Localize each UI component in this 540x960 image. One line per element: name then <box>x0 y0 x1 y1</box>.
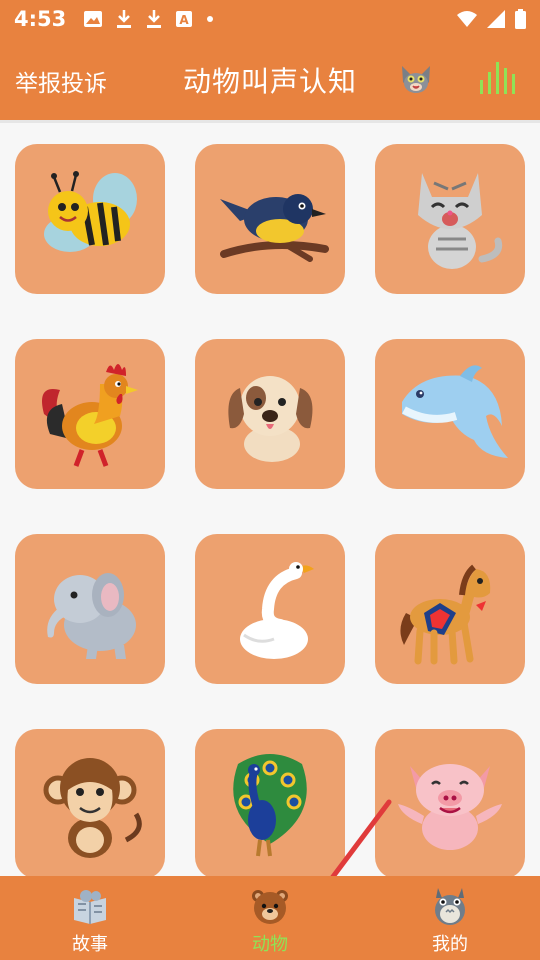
animal-tile-goose[interactable] <box>195 534 345 684</box>
tab-mine-label: 我的 <box>432 934 468 955</box>
bird-icon <box>220 194 329 262</box>
signal-icon <box>487 10 505 28</box>
status-bar: 4:53 A <box>0 0 540 38</box>
talking-cat-icon[interactable] <box>398 62 434 96</box>
animal-tile-rooster[interactable] <box>15 339 165 489</box>
cat-icon <box>418 173 503 269</box>
wifi-icon <box>457 11 477 27</box>
download-icon <box>117 10 132 28</box>
bottom-nav: 故事 动物 我的 <box>0 876 540 960</box>
goose-icon <box>240 562 314 659</box>
monkey-icon <box>43 758 142 858</box>
header-divider <box>0 120 540 123</box>
elephant-icon <box>47 573 136 659</box>
image-icon <box>84 11 103 27</box>
svg-text:A: A <box>180 13 190 27</box>
font-icon: A <box>176 11 193 27</box>
status-system-icons <box>457 9 526 29</box>
battery-icon <box>515 9 526 29</box>
animal-tile-monkey[interactable] <box>15 729 165 879</box>
totoro-icon <box>435 888 465 925</box>
tab-animals-label: 动物 <box>252 934 288 955</box>
tab-story-label: 故事 <box>72 934 108 955</box>
bee-icon <box>44 171 137 252</box>
dog-icon <box>228 376 313 462</box>
page-title: 动物叫声认知 <box>182 65 357 98</box>
tab-story[interactable]: 故事 <box>0 876 180 960</box>
animal-tile-bee[interactable] <box>15 144 165 294</box>
app-bar: 举报投诉 动物叫声认知 <box>0 38 540 120</box>
animal-tile-bird[interactable] <box>195 144 345 294</box>
book-icon <box>74 890 106 924</box>
sound-bars-icon[interactable] <box>478 60 516 96</box>
status-time: 4:53 <box>14 7 67 31</box>
status-notification-icons: A <box>84 10 214 28</box>
animal-tile-cat[interactable] <box>375 144 525 294</box>
horse-icon <box>400 564 491 665</box>
animal-tile-elephant[interactable] <box>15 534 165 684</box>
animal-tile-dog[interactable] <box>195 339 345 489</box>
dolphin-icon <box>402 365 508 458</box>
animal-tile-dolphin[interactable] <box>375 339 525 489</box>
bear-icon <box>252 890 288 924</box>
animal-tile-horse[interactable] <box>375 534 525 684</box>
tab-animals[interactable]: 动物 <box>180 876 360 960</box>
rooster-icon <box>42 364 138 467</box>
dot-icon <box>207 16 214 22</box>
tab-mine[interactable]: 我的 <box>360 876 540 960</box>
download-icon <box>147 10 162 28</box>
animal-tile-pig[interactable] <box>375 729 525 879</box>
pig-icon <box>398 764 502 850</box>
